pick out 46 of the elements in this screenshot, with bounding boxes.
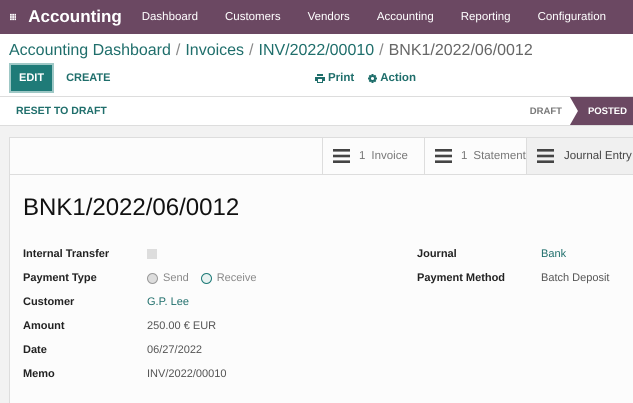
print-button[interactable]: Print xyxy=(315,72,354,84)
status-stage[interactable]: POSTED xyxy=(570,97,633,125)
status-stage[interactable]: DRAFT xyxy=(516,97,570,125)
smart-button[interactable]: 1 Invoice xyxy=(322,138,424,174)
radio-option[interactable]: Receive xyxy=(200,272,256,284)
field-value: 250.00 € EUR xyxy=(147,320,216,332)
record-title: BNK1/2022/06/0012 xyxy=(23,194,240,222)
field-label: Date xyxy=(23,344,48,356)
breadcrumb-link[interactable]: Accounting Dashboard xyxy=(9,42,171,60)
menu-item[interactable]: Vendors xyxy=(308,11,350,23)
checkbox[interactable] xyxy=(147,249,157,259)
action-button[interactable]: Action xyxy=(368,72,416,84)
breadcrumb-separator: / xyxy=(379,42,384,60)
reset-to-draft-button[interactable]: RESET TO DRAFT xyxy=(0,105,123,117)
field-label: Payment Type xyxy=(23,272,98,284)
field-label: Customer xyxy=(23,296,76,308)
smart-button[interactable]: Journal Entry xyxy=(526,138,633,174)
button[interactable]: CREATE xyxy=(58,63,118,93)
menu-item[interactable]: Dashboard xyxy=(142,11,198,23)
field-link[interactable]: Bank xyxy=(541,248,566,260)
field-value: Batch Deposit xyxy=(541,272,610,284)
radio-option[interactable]: Send xyxy=(147,272,189,284)
field-value: INV/2022/00010 xyxy=(147,368,227,380)
breadcrumb-separator: / xyxy=(249,42,254,60)
app-title: Accounting xyxy=(28,7,122,27)
menu-item[interactable]: Customers xyxy=(225,11,281,23)
breadcrumb-link[interactable]: Invoices xyxy=(185,42,244,60)
field-label: Payment Method xyxy=(417,272,506,284)
field-label: Amount xyxy=(23,320,66,332)
list-icon xyxy=(537,149,554,163)
field-label: Journal xyxy=(417,248,458,260)
menu-item[interactable]: Reporting xyxy=(460,11,511,23)
gear-icon xyxy=(368,74,378,82)
printer-icon xyxy=(315,74,325,82)
menu-item[interactable]: Accounting xyxy=(376,11,434,23)
breadcrumb-separator: / xyxy=(176,42,180,60)
breadcrumb-link[interactable]: INV/2022/00010 xyxy=(258,42,374,60)
list-icon xyxy=(333,149,350,163)
menu-item[interactable]: Configuration xyxy=(538,11,606,23)
button[interactable]: EDIT xyxy=(9,63,54,93)
field-link[interactable]: G.P. Lee xyxy=(147,296,189,308)
current-record-label: BNK1/2022/06/0012 xyxy=(388,42,533,60)
list-icon xyxy=(435,149,452,163)
field-label: Memo xyxy=(23,368,56,380)
field-value: 06/27/2022 xyxy=(147,344,202,356)
field-label: Internal Transfer xyxy=(23,248,110,260)
